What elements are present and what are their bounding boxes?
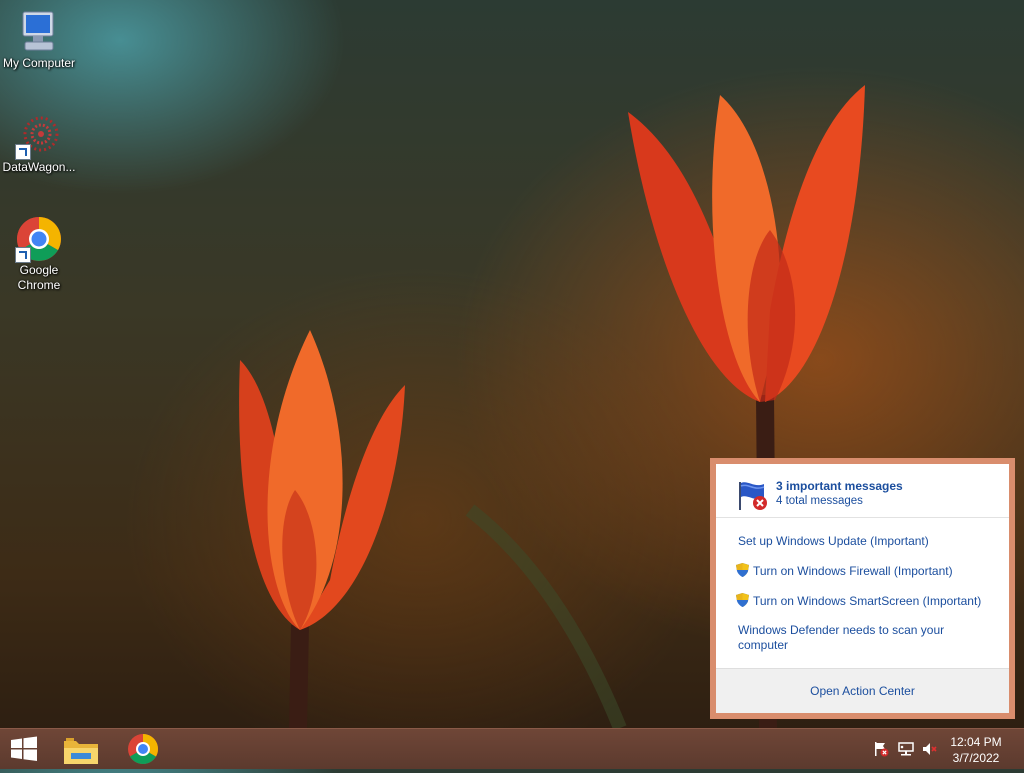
windows-smartscreen-label: Turn on Windows SmartScreen (Important) (753, 594, 982, 608)
windows-firewall-label: Turn on Windows Firewall (Important) (753, 564, 953, 578)
action-center-flag-icon (739, 482, 767, 510)
windows-defender-label: Windows Defender needs to scan your comp… (738, 623, 945, 652)
right-tulip (628, 85, 865, 402)
action-center-title[interactable]: 3 important messages (776, 479, 903, 493)
left-tulip (239, 330, 405, 630)
action-center-popup: 3 important messages 4 total messages Se… (710, 458, 1015, 719)
chrome-icon (15, 215, 63, 263)
windows-firewall-link[interactable]: Turn on Windows Firewall (Important) (736, 563, 996, 579)
taskbar: 12:04 PM 3/7/2022 (0, 728, 1024, 769)
clock-time: 12:04 PM (950, 735, 1002, 749)
chrome-icon (128, 734, 159, 765)
desktop-icon-label: DataWagon... (2, 160, 76, 174)
chrome-taskbar-button[interactable] (115, 729, 171, 769)
windows-smartscreen-link[interactable]: Turn on Windows SmartScreen (Important) (736, 593, 996, 609)
open-action-center-button[interactable]: Open Action Center (716, 668, 1009, 713)
desktop-icon-label: Google Chrome (17, 263, 61, 292)
volume-muted-icon[interactable] (922, 741, 938, 757)
file-explorer-button[interactable] (54, 729, 110, 769)
action-center-subtitle[interactable]: 4 total messages (776, 495, 863, 507)
windows-defender-link[interactable]: Windows Defender needs to scan your comp… (738, 623, 968, 653)
desktop-icon-datawagon[interactable]: DataWagon... (1, 112, 77, 175)
shortcut-arrow-icon (15, 144, 31, 160)
action-center-header: 3 important messages 4 total messages (716, 464, 1009, 518)
desktop-icon-google-chrome[interactable]: Google Chrome (1, 215, 77, 293)
action-center-flag-icon[interactable] (873, 741, 889, 757)
taskbar-clock[interactable]: 12:04 PM 3/7/2022 (946, 734, 1006, 766)
windows-update-label: Set up Windows Update (Important) (738, 534, 929, 548)
start-button[interactable] (0, 729, 56, 769)
desktop-icon-my-computer[interactable]: My Computer (1, 8, 77, 71)
datawagon-icon (15, 112, 63, 160)
computer-icon (15, 8, 63, 56)
shield-icon (736, 563, 749, 577)
windows-update-link[interactable]: Set up Windows Update (Important) (738, 534, 998, 549)
clock-date: 3/7/2022 (952, 751, 1000, 765)
action-center-panel: 3 important messages 4 total messages Se… (716, 464, 1009, 713)
start-icon (11, 736, 37, 761)
shield-icon (736, 593, 749, 607)
shortcut-arrow-icon (15, 247, 31, 263)
file-explorer-icon (64, 738, 98, 764)
network-icon[interactable] (898, 741, 914, 757)
desktop-icon-label: My Computer (2, 56, 76, 70)
